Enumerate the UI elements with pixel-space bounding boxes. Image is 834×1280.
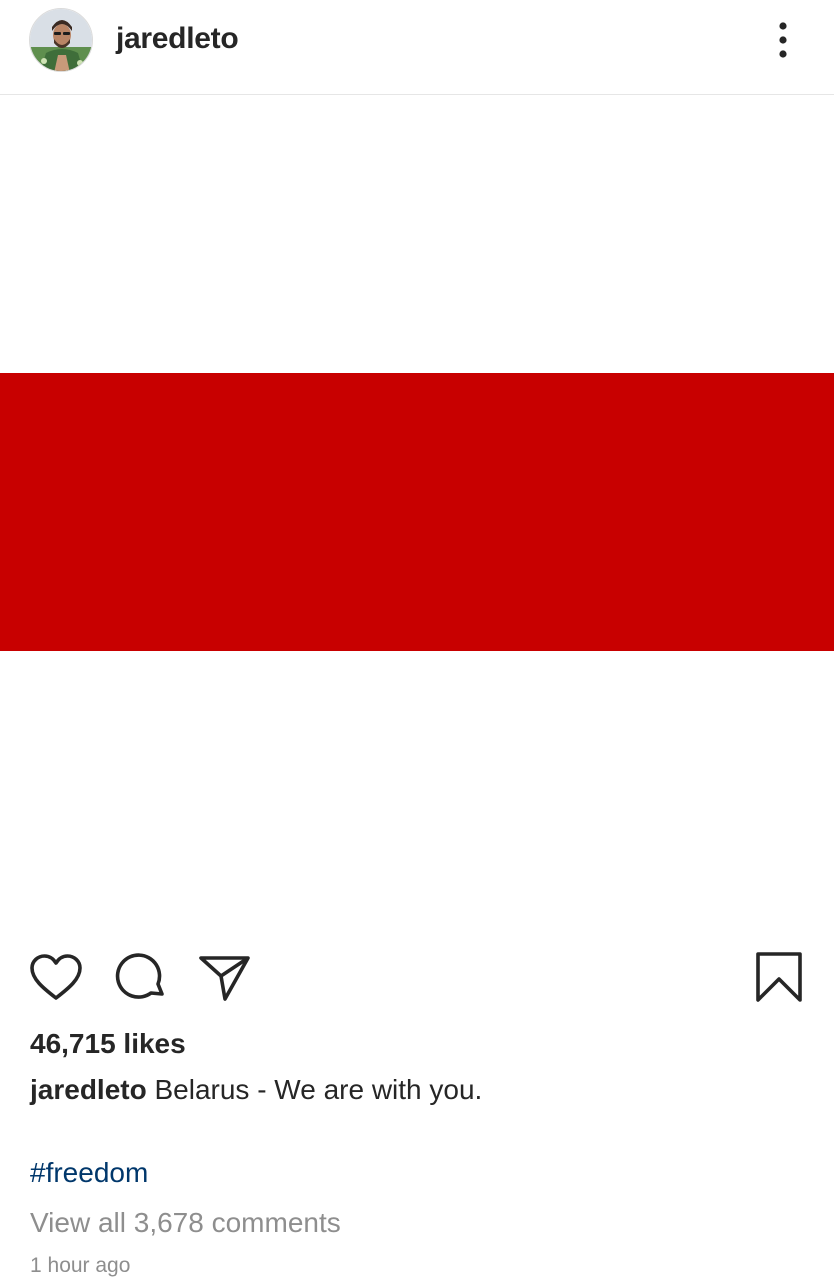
post-caption: jaredleto Belarus - We are with you. [30, 1074, 482, 1106]
paper-plane-icon[interactable] [198, 953, 252, 1003]
post-username[interactable]: jaredleto [116, 22, 239, 56]
post-image[interactable] [0, 96, 834, 930]
post-header: jaredleto [0, 0, 834, 95]
hashtag-link[interactable]: #freedom [30, 1157, 148, 1189]
view-all-comments-link[interactable]: View all 3,678 comments [30, 1207, 341, 1239]
flag-red-stripe [0, 373, 834, 651]
flag-white-stripe-top [0, 96, 834, 373]
comment-icon[interactable] [114, 953, 168, 1003]
caption-text: Belarus - We are with you. [154, 1074, 483, 1105]
bookmark-icon[interactable] [754, 951, 804, 1003]
heart-icon[interactable] [29, 953, 83, 1003]
caption-username[interactable]: jaredleto [30, 1074, 147, 1105]
avatar[interactable] [29, 8, 93, 72]
flag-white-stripe-bottom [0, 651, 834, 930]
post-timestamp: 1 hour ago [30, 1254, 131, 1277]
more-vertical-icon[interactable] [768, 20, 798, 60]
likes-count[interactable]: 46,715 likes [30, 1028, 186, 1060]
